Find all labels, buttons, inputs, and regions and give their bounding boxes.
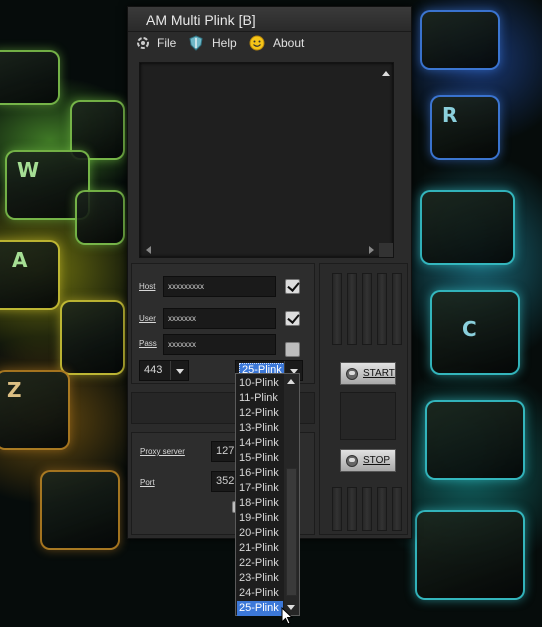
plink-dropdown-list[interactable]: 10-Plink 11-Plink 12-Plink 13-Plink 14-P… (235, 373, 300, 616)
wallpaper-key (420, 10, 500, 70)
dropdown-scrollbar[interactable] (284, 374, 299, 615)
menu-help[interactable]: Help (212, 36, 237, 50)
dropdown-item[interactable]: 11-Plink (237, 391, 283, 406)
dropdown-item[interactable]: 24-Plink (237, 586, 283, 601)
wallpaper-key (40, 470, 120, 550)
horizontal-scrollbar[interactable] (140, 243, 380, 257)
wallpaper-key-label: Z (7, 378, 22, 402)
chevron-down-icon[interactable] (170, 361, 188, 380)
pass-field[interactable]: xxxxxxx (163, 334, 276, 355)
host-checkbox[interactable] (285, 279, 300, 294)
dropdown-item[interactable]: 14-Plink (237, 436, 283, 451)
scroll-right-icon[interactable] (369, 246, 374, 254)
scroll-up-icon[interactable] (382, 71, 390, 76)
stop-button-label: STOP (363, 455, 391, 466)
slot-decoration (332, 273, 342, 345)
shield-icon (189, 35, 203, 51)
dropdown-item[interactable]: 12-Plink (237, 406, 283, 421)
port-combo[interactable]: 443 (139, 360, 189, 381)
dropdown-item[interactable]: 22-Plink (237, 556, 283, 571)
credentials-panel: Host xxxxxxxxx User xxxxxxx Pass xxxxxxx… (131, 263, 315, 384)
port-label: Port (140, 478, 155, 487)
file-icon (137, 37, 149, 49)
mouse-cursor-icon (281, 607, 293, 625)
slot-decoration (347, 273, 357, 345)
indicator-box (340, 392, 396, 440)
menu-about[interactable]: About (273, 36, 304, 50)
slot-decoration (377, 487, 387, 531)
wallpaper-key-r: R (430, 95, 500, 160)
skull-icon (346, 368, 358, 380)
smiley-icon (249, 35, 265, 51)
scroll-up-icon[interactable] (287, 379, 295, 384)
dropdown-item[interactable]: 13-Plink (237, 421, 283, 436)
slot-decoration (392, 273, 402, 345)
pass-checkbox[interactable] (285, 342, 300, 357)
user-label: User (139, 314, 156, 323)
host-field[interactable]: xxxxxxxxx (163, 276, 276, 297)
wallpaper-key-label: C (462, 317, 477, 341)
wallpaper-key-a: A (0, 240, 60, 310)
dropdown-item[interactable]: 21-Plink (237, 541, 283, 556)
host-label: Host (139, 282, 156, 291)
menu-file[interactable]: File (157, 36, 176, 50)
slot-decoration (377, 273, 387, 345)
start-button[interactable]: START (340, 362, 396, 385)
proxy-server-label: Proxy server (140, 447, 185, 456)
slot-decoration (347, 487, 357, 531)
pass-label: Pass (139, 339, 157, 348)
start-button-label: START (363, 368, 395, 379)
stop-button[interactable]: STOP (340, 449, 396, 472)
wallpaper-key-label: A (12, 248, 28, 272)
wallpaper-key-z: Z (0, 370, 70, 450)
wallpaper-key (415, 510, 525, 600)
wallpaper-key (60, 300, 125, 375)
slot-decoration (362, 487, 372, 531)
dropdown-item[interactable]: 10-Plink (237, 376, 283, 391)
vertical-scrollbar[interactable] (379, 63, 393, 243)
wallpaper-key-label: R (442, 103, 458, 127)
dropdown-item-selected[interactable]: 25-Plink (237, 601, 283, 616)
wallpaper-key (0, 50, 60, 105)
scroll-corner (379, 243, 393, 257)
dropdown-item[interactable]: 16-Plink (237, 466, 283, 481)
scroll-thumb[interactable] (286, 468, 297, 596)
user-field[interactable]: xxxxxxx (163, 308, 276, 329)
wallpaper-key (75, 190, 125, 245)
dropdown-item[interactable]: 15-Plink (237, 451, 283, 466)
dropdown-item[interactable]: 20-Plink (237, 526, 283, 541)
wallpaper-key-c: C (430, 290, 520, 375)
slot-decoration (332, 487, 342, 531)
dropdown-item[interactable]: 17-Plink (237, 481, 283, 496)
port-combo-value: 443 (144, 364, 163, 376)
wallpaper-key (420, 190, 515, 265)
menu-bar: File Help About (128, 34, 411, 54)
skull-icon (346, 455, 358, 467)
slot-decoration (362, 273, 372, 345)
dropdown-item[interactable]: 19-Plink (237, 511, 283, 526)
wallpaper-key-label: W (17, 158, 40, 182)
dropdown-item[interactable]: 23-Plink (237, 571, 283, 586)
output-log[interactable] (139, 62, 394, 258)
wallpaper-key (425, 400, 525, 480)
user-checkbox[interactable] (285, 311, 300, 326)
slot-decoration (392, 487, 402, 531)
dropdown-item[interactable]: 18-Plink (237, 496, 283, 511)
scroll-left-icon[interactable] (146, 246, 151, 254)
title-bar[interactable]: AM Multi Plink [B] (128, 7, 411, 32)
window-title: AM Multi Plink [B] (146, 12, 256, 28)
